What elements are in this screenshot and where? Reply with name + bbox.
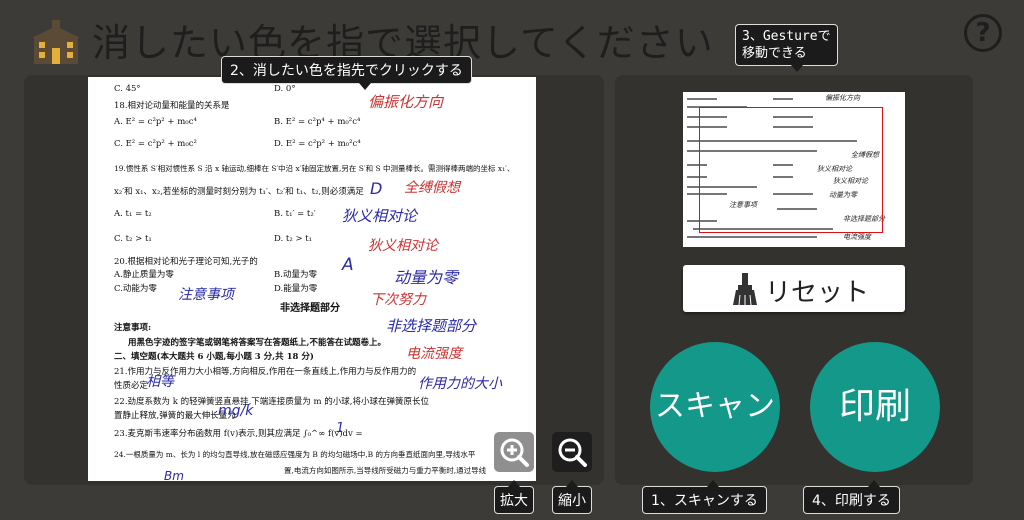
doc-line: B. t₁′ = t₂′ [274, 209, 316, 219]
zoom-out-tooltip-text: 縮小 [558, 493, 586, 509]
handwritten-note: 狄义相对论 [368, 238, 438, 254]
handwritten-note: 作用力的大小 [418, 376, 502, 392]
scan-button[interactable]: スキャン [650, 342, 780, 472]
doc-line: 19.惯性系 S′相对惯性系 S 沿 x 轴运动,细棒在 S′中沿 x′轴固定放… [114, 164, 515, 173]
doc-line: C. E² = c²p² + m₀c² [114, 139, 197, 149]
help-icon[interactable]: ? [964, 14, 1002, 52]
doc-line: D. t₂ > t₁ [274, 234, 313, 244]
handwritten-note: 全缚假想 [404, 180, 460, 196]
select-color-tooltip: 2、消したい色を指先でクリックする [221, 56, 472, 90]
doc-line: 注意事项: [114, 323, 152, 333]
scanned-document[interactable]: C. 45° D. 0° 18.相对论动量和能量的关系是 A. E² = c²p… [88, 77, 536, 481]
gesture-tooltip: 3、Gestureで 移動できる [735, 24, 838, 72]
document-thumbnail[interactable]: 偏振化方向 全缚假想 狄义相对论 狄义相对论 动量为零 注意事项 非选择题部分 … [683, 92, 905, 247]
zoom-in-tooltip-text: 拡大 [500, 493, 528, 509]
handwritten-note: 下次努力 [370, 292, 426, 308]
doc-line: D.能量为零 [274, 284, 318, 294]
select-color-tooltip-text: 2、消したい色を指先でクリックする [230, 63, 463, 79]
doc-line: 非选择题部分 [280, 303, 340, 314]
zoom-out-button[interactable] [552, 432, 592, 472]
doc-line: 24.一根质量为 m、长为 l 的均匀直导线,放在磁感应强度为 B 的均匀磁场中… [114, 450, 476, 459]
zoom-out-tooltip: 縮小 [552, 480, 592, 514]
doc-line: 置,电流方向如图所示,当导线所受磁力与重力平衡时,通过导线 [284, 466, 487, 475]
doc-line: 18.相对论动量和能量的关系是 [114, 101, 230, 111]
gesture-tooltip-line1: 3、Gestureで [742, 29, 831, 44]
doc-line: x₂′和 x₁、x₂,若坐标的测量时刻分别为 t₁′、t₂′和 t₁、t₂,则必… [114, 187, 364, 197]
handwritten-note: 偏振化方向 [368, 93, 444, 111]
doc-line: 20.根据相对论和光子理论可知,光子的 [114, 257, 258, 267]
handwritten-note: A [342, 255, 354, 275]
doc-line: A.静止质量为零 [114, 270, 174, 280]
doc-line: 性质必定 [114, 381, 149, 391]
doc-line: C. 45° [114, 84, 141, 94]
handwritten-note: 注意事项 [178, 287, 234, 303]
doc-line: 23.麦克斯韦速率分布函数用 f(v)表示,则其应满足 ∫₀^∞ f(v)dv … [114, 429, 363, 439]
scan-tooltip: 1、スキャンする [642, 480, 767, 514]
doc-line: 22.劲度系数为 k 的轻弹簧竖直悬挂,下端连接质量为 m 的小球,将小球在弹簧… [114, 397, 429, 407]
handwritten-note: D [370, 179, 383, 198]
title-bar: 消したい色を指で選択してください ? [0, 0, 1024, 72]
doc-line: A. t₁ = t₂ [114, 209, 152, 219]
doc-line: C. t₂ > t₁ [114, 234, 152, 244]
handwritten-note: 相等 [146, 374, 174, 390]
handwritten-note: mg/k [218, 403, 254, 419]
handwritten-note: 狄义相对论 [342, 207, 418, 225]
zoom-in-tooltip: 拡大 [494, 480, 534, 514]
print-tooltip: 4、印刷する [803, 480, 900, 514]
zoom-in-icon [500, 438, 529, 467]
doc-line: C.动能为零 [114, 284, 157, 294]
zoom-out-icon [558, 438, 587, 467]
doc-line: D. 0° [274, 84, 296, 94]
thumb-note: 偏振化方向 [825, 94, 860, 102]
zoom-in-button[interactable] [494, 432, 534, 472]
print-tooltip-text: 4、印刷する [812, 493, 891, 509]
thumb-note: 电流强度 [843, 233, 871, 241]
print-button[interactable]: 印刷 [810, 342, 940, 472]
viewport-rectangle[interactable] [699, 107, 883, 233]
reset-button[interactable]: リセット [683, 265, 905, 312]
handwritten-note: 动量为零 [394, 268, 459, 287]
handwritten-note: 非选择题部分 [386, 317, 477, 335]
doc-line: 二、填空题(本大题共 6 小题,每小题 3 分,共 18 分) [114, 352, 314, 362]
handwritten-note: Bm [164, 469, 184, 481]
doc-line: A. E² = c²p² + m₀c⁴ [114, 117, 197, 127]
scan-tooltip-text: 1、スキャンする [651, 493, 758, 509]
doc-line: D. E² = c²p² + m₀²c⁴ [274, 139, 361, 149]
gesture-tooltip-line2: 移動できる [742, 46, 807, 61]
doc-line: 用黑色字迹的签字笔或钢笔将答案写在答题纸上,不能答在试题卷上。 [128, 338, 386, 348]
school-icon [32, 20, 80, 64]
handwritten-note: 1 [336, 421, 345, 436]
handwritten-note: 电流强度 [406, 346, 462, 362]
reset-button-label: リセット [765, 278, 870, 308]
doc-line: B. E² = c²p⁴ + m₀²c⁴ [274, 117, 361, 127]
brush-icon [733, 273, 757, 305]
doc-line: B.动量为零 [274, 270, 317, 280]
